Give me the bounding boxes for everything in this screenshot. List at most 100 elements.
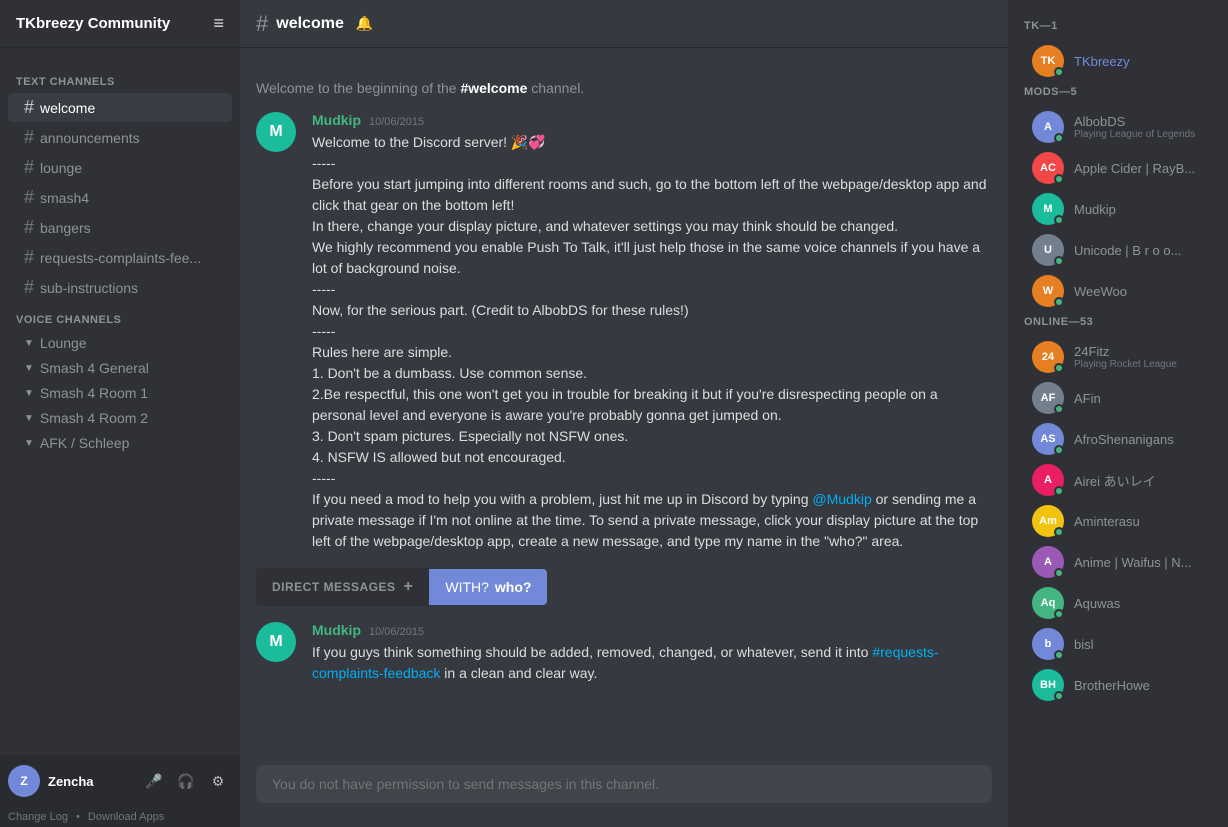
voice-channel-smash4room1[interactable]: ▼Smash 4 Room 1 bbox=[8, 381, 232, 405]
channel-link[interactable]: #requests-complaints-feedback bbox=[312, 644, 939, 681]
chat-input[interactable] bbox=[256, 765, 992, 803]
list-item[interactable]: A Anime | Waifus | N... bbox=[1016, 542, 1220, 582]
member-name: AlbobDS bbox=[1074, 114, 1195, 129]
dm-input-box: WITH? who? bbox=[429, 569, 547, 605]
status-badge bbox=[1054, 691, 1064, 701]
member-name: WeeWoo bbox=[1074, 284, 1127, 299]
list-item[interactable]: b bisl bbox=[1016, 624, 1220, 664]
sidebar-item-sub-instructions[interactable]: #sub-instructions bbox=[8, 273, 232, 302]
list-item[interactable]: A Airei あいレイ bbox=[1016, 460, 1220, 500]
member-name: TKbreezy bbox=[1074, 54, 1130, 69]
mic-button[interactable]: 🎤 bbox=[140, 767, 168, 795]
status-badge bbox=[1054, 297, 1064, 307]
list-item[interactable]: AS AfroShenanigans bbox=[1016, 419, 1220, 459]
member-avatar-wrap: M bbox=[1032, 193, 1064, 225]
list-item[interactable]: 24 24Fitz Playing Rocket League bbox=[1016, 337, 1220, 377]
member-avatar-wrap: AS bbox=[1032, 423, 1064, 455]
sidebar-item-welcome[interactable]: #welcome bbox=[8, 93, 232, 122]
hamburger-icon[interactable]: ≡ bbox=[213, 13, 224, 34]
hash-icon: # bbox=[24, 247, 34, 268]
server-name: TKbreezy Community bbox=[16, 15, 170, 32]
change-log-link[interactable]: Change Log bbox=[8, 811, 68, 823]
member-name: Airei あいレイ bbox=[1074, 471, 1156, 490]
headset-button[interactable]: 🎧 bbox=[172, 767, 200, 795]
member-avatar-wrap: TK bbox=[1032, 45, 1064, 77]
status-badge bbox=[1054, 215, 1064, 225]
mention-link[interactable]: @Mudkip bbox=[812, 491, 871, 507]
message-header: Mudkip 10/06/2015 bbox=[312, 622, 992, 638]
status-badge bbox=[1054, 445, 1064, 455]
member-name: Aminterasu bbox=[1074, 514, 1140, 529]
list-item[interactable]: M Mudkip bbox=[1016, 189, 1220, 229]
dm-who-label: who? bbox=[495, 579, 532, 595]
dm-with-label: WITH? bbox=[445, 579, 489, 595]
sidebar-item-requests-complaints-fee[interactable]: #requests-complaints-fee... bbox=[8, 243, 232, 272]
list-item[interactable]: AC Apple Cider | RayB... bbox=[1016, 148, 1220, 188]
status-badge bbox=[1054, 133, 1064, 143]
sidebar-item-bangers[interactable]: #bangers bbox=[8, 213, 232, 242]
list-item[interactable]: Aq Aquwas bbox=[1016, 583, 1220, 623]
voice-channel-name: Smash 4 Room 2 bbox=[40, 410, 148, 426]
hash-icon: # bbox=[24, 127, 34, 148]
voice-channels-header: VOICE CHANNELS bbox=[0, 310, 240, 330]
online-list: 24 24Fitz Playing Rocket League AF AFin … bbox=[1008, 336, 1228, 706]
sidebar-item-announcements[interactable]: # announcements bbox=[8, 123, 232, 152]
main-chat: # welcome 🔔 Welcome to the beginning of … bbox=[240, 0, 1008, 827]
dm-popup-area: DIRECT MESSAGES + WITH? who? bbox=[256, 568, 992, 606]
server-sidebar: TKbreezy Community ≡ TEXT CHANNELS #welc… bbox=[0, 0, 240, 827]
avatar-initials: Z bbox=[20, 774, 27, 788]
server-header[interactable]: TKbreezy Community ≡ bbox=[0, 0, 240, 48]
avatar: M bbox=[256, 622, 296, 662]
hash-icon: # bbox=[24, 97, 34, 118]
voice-channel-afkschleep[interactable]: ▼ AFK / Schleep bbox=[8, 431, 232, 455]
voice-channel-lounge[interactable]: ▼Lounge bbox=[8, 331, 232, 355]
message-text: If you guys think something should be ad… bbox=[312, 642, 992, 684]
dm-add-button[interactable]: + bbox=[404, 578, 414, 596]
member-avatar-wrap: 24 bbox=[1032, 341, 1064, 373]
welcome-suffix: channel. bbox=[531, 80, 584, 96]
voice-arrow-icon: ▼ bbox=[24, 413, 34, 424]
message-timestamp: 10/06/2015 bbox=[369, 116, 424, 128]
sidebar-item-smash4[interactable]: #smash4 bbox=[8, 183, 232, 212]
notification-bell-icon[interactable]: 🔔 bbox=[356, 15, 373, 32]
welcome-channel-name: #welcome bbox=[460, 80, 531, 96]
list-item[interactable]: Am Aminterasu bbox=[1016, 501, 1220, 541]
hash-icon: # bbox=[24, 277, 34, 298]
download-apps-link[interactable]: Download Apps bbox=[88, 811, 164, 823]
channel-name: lounge bbox=[40, 160, 82, 176]
list-item[interactable]: AF AFin bbox=[1016, 378, 1220, 418]
member-avatar-wrap: W bbox=[1032, 275, 1064, 307]
list-item[interactable]: W WeeWoo bbox=[1016, 271, 1220, 311]
member-name: Apple Cider | RayB... bbox=[1074, 161, 1195, 176]
mods-section-header: MODS—5 bbox=[1008, 82, 1228, 102]
status-badge bbox=[1054, 256, 1064, 266]
dm-label: DIRECT MESSAGES + bbox=[256, 568, 429, 606]
message-group: M Mudkip 10/06/2015 If you guys think so… bbox=[240, 614, 1008, 692]
text-channels-header: TEXT CHANNELS bbox=[0, 72, 240, 92]
member-avatar-wrap: Aq bbox=[1032, 587, 1064, 619]
voice-channel-smash4room2[interactable]: ▼ Smash 4 Room 2 bbox=[8, 406, 232, 430]
settings-button[interactable]: ⚙ bbox=[204, 767, 232, 795]
user-actions: 🎤 🎧 ⚙ bbox=[140, 767, 232, 795]
member-avatar-wrap: AC bbox=[1032, 152, 1064, 184]
sidebar-item-lounge[interactable]: #lounge bbox=[8, 153, 232, 182]
message-content: Mudkip 10/06/2015 If you guys think some… bbox=[312, 622, 992, 684]
message-author: Mudkip bbox=[312, 112, 361, 128]
member-name: Mudkip bbox=[1074, 202, 1116, 217]
dm-section-label: DIRECT MESSAGES bbox=[272, 580, 396, 594]
hash-icon: # bbox=[24, 217, 34, 238]
voice-arrow-icon: ▼ bbox=[24, 338, 34, 349]
status-badge bbox=[1054, 363, 1064, 373]
voice-channel-name: AFK / Schleep bbox=[40, 435, 130, 451]
voice-arrow-icon: ▼ bbox=[24, 438, 34, 449]
list-item[interactable]: U Unicode | B r o o... bbox=[1016, 230, 1220, 270]
list-item[interactable]: TK TKbreezy bbox=[1016, 41, 1220, 81]
voice-channel-smash4general[interactable]: ▼Smash 4 General bbox=[8, 356, 232, 380]
changelog-bar: Change Log • Download Apps bbox=[0, 807, 240, 827]
status-badge bbox=[1054, 609, 1064, 619]
list-item[interactable]: BH BrotherHowe bbox=[1016, 665, 1220, 705]
list-item[interactable]: A AlbobDS Playing League of Legends bbox=[1016, 107, 1220, 147]
channel-name: smash4 bbox=[40, 190, 89, 206]
channel-name: announcements bbox=[40, 130, 140, 146]
status-badge bbox=[1054, 527, 1064, 537]
